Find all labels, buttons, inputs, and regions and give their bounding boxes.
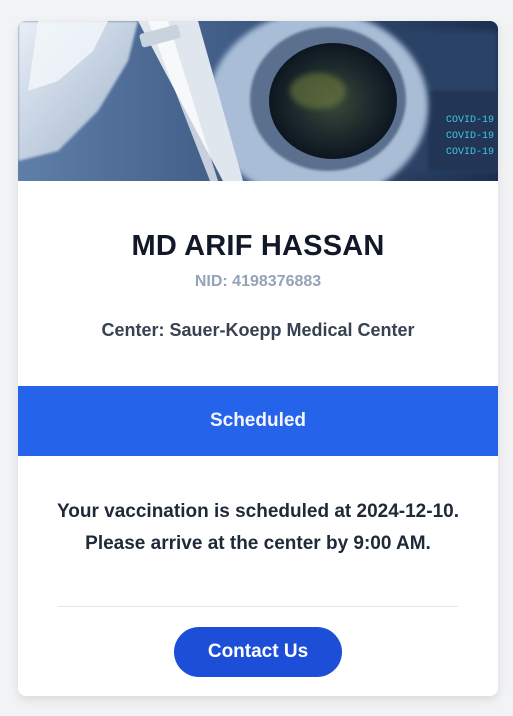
schedule-line-2: Please arrive at the center by 9:00 AM. [85,533,431,554]
patient-nid: NID: 4198376883 [194,273,322,290]
svg-text:COVID-19: COVID-19 [446,115,494,126]
contact-us-button[interactable]: Contact Us [174,627,342,677]
svg-text:COVID-19: COVID-19 [446,147,494,158]
schedule-message: Your vaccination is scheduled at 2024-12… [18,496,498,560]
vaccination-card: COVID-19 COVID-19 COVID-19 MD ARIF HASSA… [18,21,498,696]
patient-name: MD ARIF HASSAN [131,230,385,262]
schedule-line-1: Your vaccination is scheduled at 2024-12… [57,501,459,522]
screen-text: COVID-19 COVID-19 COVID-19 [446,115,494,158]
status-banner: Scheduled [18,386,498,456]
vaccination-center: Center: Sauer-Koepp Medical Center [101,320,415,340]
lab-photo: COVID-19 COVID-19 COVID-19 [18,21,498,181]
divider [58,606,458,607]
status-label: Scheduled [209,410,307,431]
hero-image: COVID-19 COVID-19 COVID-19 [18,21,498,181]
svg-text:COVID-19: COVID-19 [446,131,494,142]
